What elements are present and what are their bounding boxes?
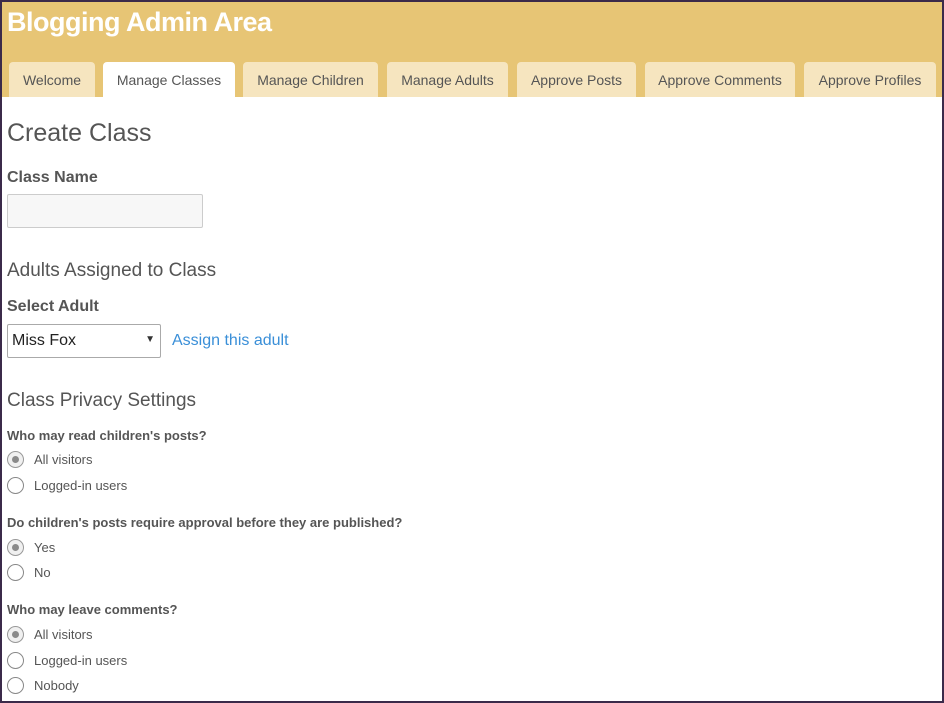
assign-adult-link[interactable]: Assign this adult <box>172 332 289 350</box>
approval-question: Do children's posts require approval bef… <box>7 515 403 530</box>
comments-option-nobody[interactable]: Nobody <box>7 675 79 695</box>
page-title: Create Class <box>7 119 152 147</box>
radio-button[interactable] <box>7 676 24 694</box>
tab-bar: Welcome Manage Classes Manage Children M… <box>2 62 942 97</box>
tab-welcome[interactable]: Welcome <box>9 62 95 97</box>
radio-label: Logged-in users <box>34 477 128 493</box>
select-adult-value: Miss Fox <box>12 332 76 349</box>
radio-button[interactable] <box>7 625 24 643</box>
chevron-down-icon: ▼ <box>145 334 155 345</box>
tab-approve-posts[interactable]: Approve Posts <box>517 62 636 97</box>
radio-label: All visitors <box>34 626 93 642</box>
approval-option-yes[interactable]: Yes <box>7 537 55 557</box>
privacy-section-heading: Class Privacy Settings <box>7 390 197 411</box>
approval-option-no[interactable]: No <box>7 562 51 582</box>
read-posts-option-all-visitors[interactable]: All visitors <box>7 449 93 469</box>
site-title: Blogging Admin Area <box>7 7 272 37</box>
comments-option-all-visitors[interactable]: All visitors <box>7 624 93 644</box>
comments-option-logged-in[interactable]: Logged-in users <box>7 650 127 670</box>
admin-window: Blogging Admin Area Welcome Manage Class… <box>0 0 944 703</box>
radio-button[interactable] <box>7 450 24 468</box>
radio-label: All visitors <box>34 451 93 467</box>
radio-label: No <box>34 564 51 580</box>
tab-approve-profiles[interactable]: Approve Profiles <box>804 62 936 97</box>
read-posts-question: Who may read children's posts? <box>7 428 207 443</box>
radio-label: Logged-in users <box>34 652 128 668</box>
header: Blogging Admin Area Welcome Manage Class… <box>2 2 942 97</box>
select-adult-label: Select Adult <box>7 298 99 315</box>
tab-manage-children[interactable]: Manage Children <box>243 62 378 97</box>
radio-button[interactable] <box>7 476 24 494</box>
class-name-input[interactable] <box>7 194 203 228</box>
class-name-label: Class Name <box>7 169 98 186</box>
radio-button[interactable] <box>7 651 24 669</box>
tab-approve-comments[interactable]: Approve Comments <box>645 62 795 97</box>
radio-button[interactable] <box>7 563 24 581</box>
select-adult-dropdown[interactable]: Miss Fox ▼ <box>7 324 161 358</box>
tab-manage-classes[interactable]: Manage Classes <box>103 62 235 97</box>
radio-label: Yes <box>34 539 56 555</box>
tab-manage-adults[interactable]: Manage Adults <box>387 62 508 97</box>
radio-button[interactable] <box>7 538 24 556</box>
adults-section-heading: Adults Assigned to Class <box>7 260 217 281</box>
comments-question: Who may leave comments? <box>7 602 178 617</box>
read-posts-option-logged-in[interactable]: Logged-in users <box>7 475 127 495</box>
radio-label: Nobody <box>34 677 79 693</box>
